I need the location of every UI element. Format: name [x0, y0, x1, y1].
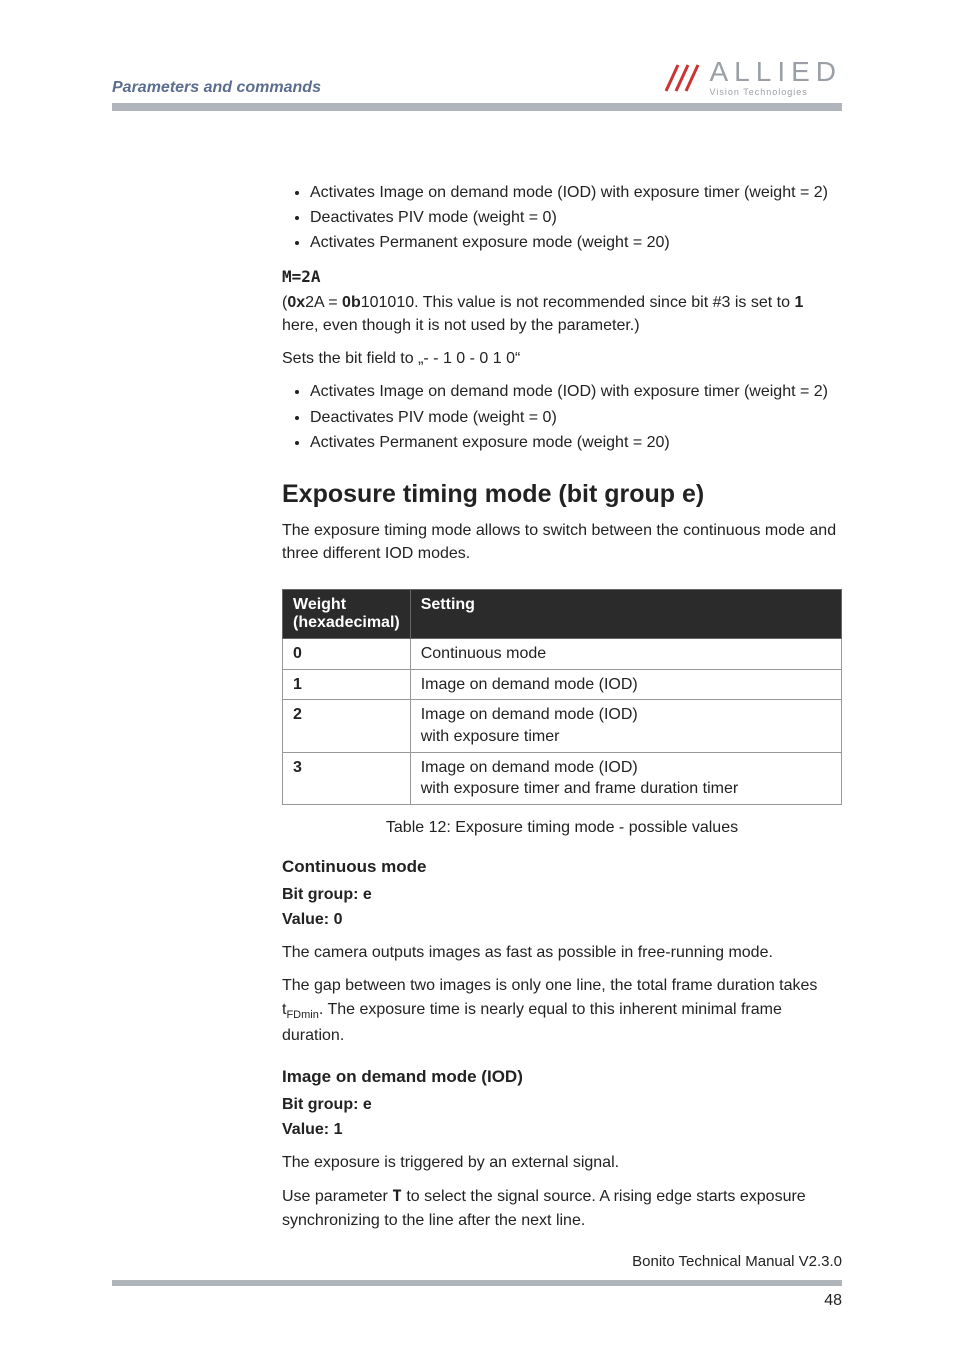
table-row: 0Continuous mode	[283, 639, 842, 670]
cell-weight: 3	[283, 752, 411, 804]
cell-weight: 0	[283, 639, 411, 670]
cell-weight: 2	[283, 700, 411, 752]
cell-setting: Image on demand mode (IOD)	[410, 669, 841, 700]
bullet-list-1: Activates Image on demand mode (IOD) wit…	[282, 181, 842, 255]
code-label: M=2A	[282, 267, 321, 286]
table-row: 1Image on demand mode (IOD)	[283, 669, 842, 700]
list-item: Deactivates PIV mode (weight = 0)	[310, 406, 842, 429]
header-divider	[112, 103, 842, 111]
bitgroup-label: Bit group: e	[282, 883, 842, 906]
table-row: 2Image on demand mode (IOD)with exposure…	[283, 700, 842, 752]
m2a-note: (0x2A = 0b101010. This value is not reco…	[282, 291, 842, 337]
bitfield-text: Sets the bit field to „- - 1 0 - 0 1 0“	[282, 347, 842, 370]
page-number: 48	[112, 1292, 842, 1310]
cell-weight: 1	[283, 669, 411, 700]
list-item: Deactivates PIV mode (weight = 0)	[310, 206, 842, 229]
list-item: Activates Permanent exposure mode (weigh…	[310, 431, 842, 454]
table-row: 3Image on demand mode (IOD)with exposure…	[283, 752, 842, 804]
col-weight: Weight(hexadecimal)	[283, 590, 411, 639]
cell-setting: Image on demand mode (IOD)with exposure …	[410, 700, 841, 752]
footer-divider	[112, 1280, 842, 1286]
body-text: The exposure is triggered by an external…	[282, 1151, 842, 1174]
logo-tagline: Vision Technologies	[710, 88, 843, 97]
logo-stripes-icon	[662, 61, 704, 95]
table-caption: Table 12: Exposure timing mode - possibl…	[282, 819, 842, 837]
body-text: Use parameter T to select the signal sou…	[282, 1184, 842, 1231]
heading-exposure-timing: Exposure timing mode (bit group e)	[282, 480, 842, 509]
value-label: Value: 0	[282, 908, 842, 931]
cell-setting: Image on demand mode (IOD)with exposure …	[410, 752, 841, 804]
value-label: Value: 1	[282, 1118, 842, 1141]
heading-continuous-mode: Continuous mode	[282, 857, 842, 877]
bullet-list-2: Activates Image on demand mode (IOD) wit…	[282, 380, 842, 454]
footer-doc-title: Bonito Technical Manual V2.3.0	[112, 1253, 842, 1270]
body-text: The gap between two images is only one l…	[282, 974, 842, 1047]
col-setting: Setting	[410, 590, 841, 639]
list-item: Activates Image on demand mode (IOD) wit…	[310, 181, 842, 204]
logo-name: ALLIED	[710, 58, 843, 86]
section-label: Parameters and commands	[112, 79, 321, 97]
exposure-timing-table: Weight(hexadecimal) Setting 0Continuous …	[282, 589, 842, 805]
body-text: The camera outputs images as fast as pos…	[282, 941, 842, 964]
bitgroup-label: Bit group: e	[282, 1093, 842, 1116]
brand-logo: ALLIED Vision Technologies	[662, 58, 843, 97]
cell-setting: Continuous mode	[410, 639, 841, 670]
h2-description: The exposure timing mode allows to switc…	[282, 519, 842, 565]
list-item: Activates Image on demand mode (IOD) wit…	[310, 380, 842, 403]
heading-iod-mode: Image on demand mode (IOD)	[282, 1067, 842, 1087]
list-item: Activates Permanent exposure mode (weigh…	[310, 231, 842, 254]
